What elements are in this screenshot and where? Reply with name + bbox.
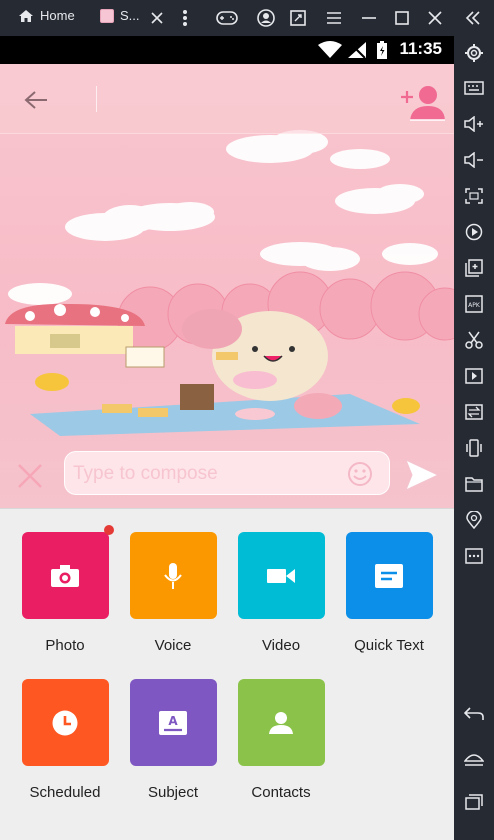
volume-down-icon[interactable] bbox=[463, 149, 485, 171]
app-tab-icon bbox=[100, 8, 114, 23]
attach-subject[interactable]: A Subject bbox=[119, 679, 227, 801]
compose-box bbox=[64, 451, 390, 495]
home-tab[interactable]: Home bbox=[18, 8, 75, 23]
attach-scheduled[interactable]: Scheduled bbox=[11, 679, 119, 801]
resize-icon[interactable] bbox=[463, 185, 485, 207]
menu-icon[interactable] bbox=[323, 7, 345, 29]
conversation-app-bar bbox=[0, 64, 454, 134]
sync-icon[interactable] bbox=[463, 401, 485, 423]
emulator-title-bar: Home S... bbox=[0, 0, 494, 36]
attach-scheduled-label: Scheduled bbox=[29, 784, 101, 801]
screenshot-icon[interactable] bbox=[287, 7, 309, 29]
back-button[interactable] bbox=[20, 84, 52, 116]
account-icon[interactable] bbox=[255, 7, 277, 29]
photo-tile[interactable] bbox=[21, 525, 114, 619]
voice-tile[interactable] bbox=[129, 532, 217, 619]
subject-icon: A bbox=[159, 710, 187, 735]
home-tab-label: Home bbox=[40, 8, 75, 23]
video-icon bbox=[267, 568, 295, 583]
nav-recents-icon[interactable] bbox=[463, 791, 485, 813]
scheduled-tile[interactable] bbox=[21, 679, 109, 766]
arrow-back-icon bbox=[24, 91, 47, 109]
scissors-icon[interactable] bbox=[463, 329, 485, 351]
close-icon bbox=[18, 464, 42, 488]
app-tab[interactable]: S... bbox=[100, 8, 140, 23]
app-screen: Photo Voice Video Quick Text Scheduled bbox=[0, 64, 454, 840]
attach-photo[interactable]: Photo bbox=[11, 525, 119, 654]
clock-icon bbox=[52, 710, 78, 735]
attach-contacts-label: Contacts bbox=[251, 784, 311, 801]
subject-tile[interactable]: A bbox=[129, 679, 217, 766]
quick-text-tile[interactable] bbox=[345, 532, 433, 619]
multi-instance-icon[interactable] bbox=[463, 257, 485, 279]
attachment-panel: Photo Voice Video Quick Text Scheduled A… bbox=[0, 508, 454, 840]
more-options-icon[interactable] bbox=[463, 545, 485, 567]
add-recipient-button[interactable] bbox=[398, 82, 446, 124]
close-window-icon[interactable] bbox=[424, 7, 446, 29]
status-bar: 11:35 bbox=[0, 36, 454, 64]
apk-icon[interactable]: APK bbox=[463, 293, 485, 315]
media-player-icon[interactable] bbox=[463, 365, 485, 387]
attach-video[interactable]: Video bbox=[227, 532, 335, 654]
smiley-icon bbox=[348, 462, 372, 486]
send-button[interactable] bbox=[404, 458, 440, 492]
video-tile[interactable] bbox=[237, 532, 325, 619]
record-icon[interactable] bbox=[463, 221, 485, 243]
close-tab-icon[interactable] bbox=[146, 7, 168, 29]
gamepad-icon[interactable] bbox=[216, 7, 238, 29]
attach-quick-text[interactable]: Quick Text bbox=[335, 532, 443, 654]
attach-voice[interactable]: Voice bbox=[119, 532, 227, 654]
wifi-icon bbox=[318, 41, 342, 58]
microphone-icon bbox=[164, 562, 182, 589]
maximize-icon[interactable] bbox=[391, 7, 413, 29]
collapse-sidebar-icon[interactable] bbox=[462, 7, 484, 29]
more-vert-icon[interactable] bbox=[174, 7, 196, 29]
attach-video-label: Video bbox=[261, 637, 301, 654]
svg-text:APK: APK bbox=[468, 302, 481, 309]
attach-photo-label: Photo bbox=[45, 637, 85, 654]
attach-quick-text-label: Quick Text bbox=[354, 637, 424, 654]
send-icon bbox=[405, 459, 440, 491]
location-icon[interactable] bbox=[463, 509, 485, 531]
app-tab-label: S... bbox=[120, 8, 140, 23]
svg-text:A: A bbox=[168, 714, 178, 728]
quick-text-icon bbox=[375, 563, 403, 588]
status-time: 11:35 bbox=[399, 39, 442, 58]
compose-input[interactable] bbox=[73, 458, 343, 490]
emulator-sidebar: APK bbox=[454, 36, 494, 840]
emoji-button[interactable] bbox=[347, 461, 373, 487]
settings-icon[interactable] bbox=[463, 42, 485, 64]
home-icon bbox=[19, 9, 33, 22]
new-indicator-badge bbox=[103, 525, 114, 535]
signal-icon bbox=[348, 42, 366, 59]
shake-icon[interactable] bbox=[463, 437, 485, 459]
nav-home-icon[interactable] bbox=[463, 748, 485, 770]
add-person-icon bbox=[401, 86, 445, 121]
keyboard-icon[interactable] bbox=[463, 77, 485, 99]
nav-back-icon[interactable] bbox=[463, 703, 485, 725]
attach-contacts[interactable]: Contacts bbox=[227, 679, 335, 801]
attach-voice-label: Voice bbox=[154, 637, 192, 654]
contacts-tile[interactable] bbox=[237, 679, 325, 766]
app-bar-divider bbox=[96, 86, 97, 112]
folder-icon[interactable] bbox=[463, 473, 485, 495]
minimize-icon[interactable] bbox=[358, 7, 380, 29]
contact-icon bbox=[269, 711, 293, 734]
battery-icon bbox=[377, 41, 387, 59]
volume-up-icon[interactable] bbox=[463, 113, 485, 135]
camera-icon bbox=[51, 564, 79, 587]
attach-subject-label: Subject bbox=[147, 784, 199, 801]
discard-button[interactable] bbox=[14, 460, 46, 492]
